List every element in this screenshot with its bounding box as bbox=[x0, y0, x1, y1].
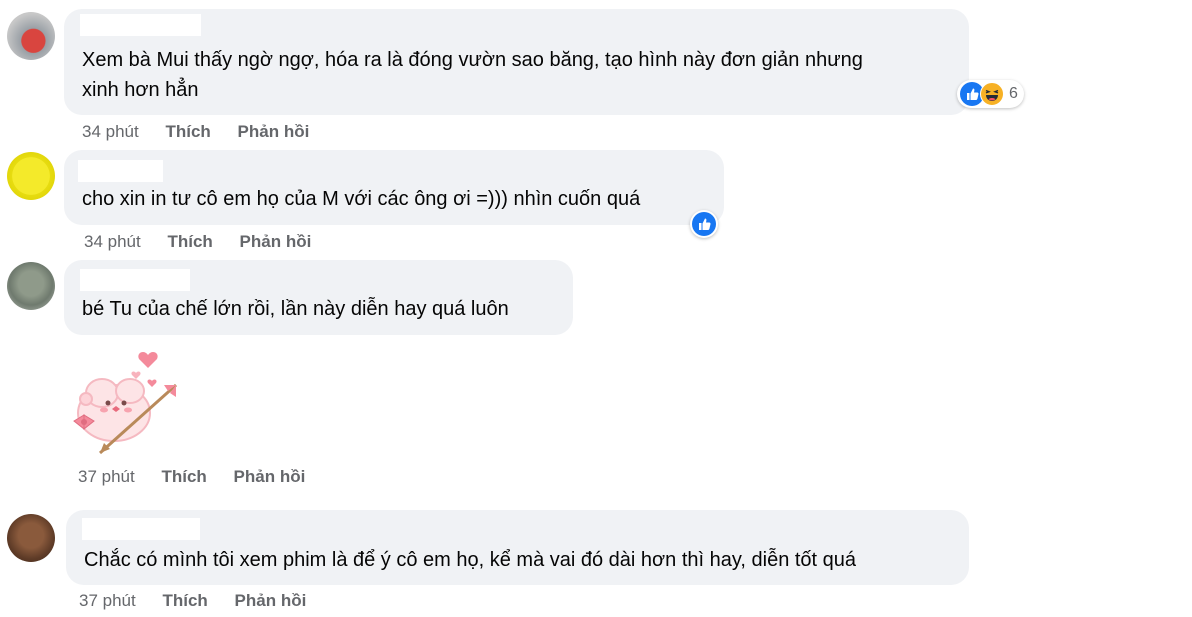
comment-text-line2: xinh hơn hẳn bbox=[82, 79, 199, 101]
avatar[interactable] bbox=[7, 12, 55, 60]
like-button[interactable]: Thích bbox=[167, 232, 212, 251]
avatar[interactable] bbox=[7, 262, 55, 310]
comment-text: bé Tu của chế lớn rồi, lần này diễn hay … bbox=[82, 298, 509, 320]
hidden-author-name bbox=[82, 518, 200, 540]
comment-text: Chắc có mình tôi xem phim là để ý cô em … bbox=[84, 549, 857, 571]
reaction-summary[interactable] bbox=[690, 210, 718, 238]
timestamp[interactable]: 37 phút bbox=[78, 467, 135, 486]
timestamp[interactable]: 37 phút bbox=[79, 591, 136, 610]
cupid-bear-sticker bbox=[73, 352, 178, 455]
timestamp[interactable]: 34 phút bbox=[82, 122, 139, 141]
comment-actions: 34 phút Thích Phản hồi bbox=[84, 232, 333, 252]
like-button[interactable]: Thích bbox=[165, 122, 210, 141]
haha-icon bbox=[980, 82, 1004, 106]
hidden-author-name bbox=[78, 160, 163, 182]
like-icon bbox=[692, 212, 716, 236]
reply-button[interactable]: Phản hồi bbox=[238, 122, 310, 141]
comment-actions: 37 phút Thích Phản hồi bbox=[79, 591, 328, 611]
avatar[interactable] bbox=[7, 152, 55, 200]
hidden-author-name bbox=[80, 14, 201, 36]
hidden-author-name bbox=[80, 269, 190, 291]
reaction-count: 6 bbox=[1009, 85, 1018, 102]
comment-actions: 34 phút Thích Phản hồi bbox=[82, 122, 331, 142]
reaction-summary[interactable]: 6 bbox=[957, 80, 1024, 108]
comment-text: cho xin in tư cô em họ của M với các ông… bbox=[82, 188, 641, 210]
reply-button[interactable]: Phản hồi bbox=[235, 591, 307, 610]
avatar[interactable] bbox=[7, 514, 55, 562]
comment-text: Xem bà Mui thấy ngờ ngợ, hóa ra là đóng … bbox=[82, 49, 863, 71]
reply-button[interactable]: Phản hồi bbox=[240, 232, 312, 251]
comment-actions: 37 phút Thích Phản hồi bbox=[78, 467, 327, 487]
timestamp[interactable]: 34 phút bbox=[84, 232, 141, 251]
reply-button[interactable]: Phản hồi bbox=[234, 467, 306, 486]
like-button[interactable]: Thích bbox=[162, 591, 207, 610]
like-button[interactable]: Thích bbox=[161, 467, 206, 486]
